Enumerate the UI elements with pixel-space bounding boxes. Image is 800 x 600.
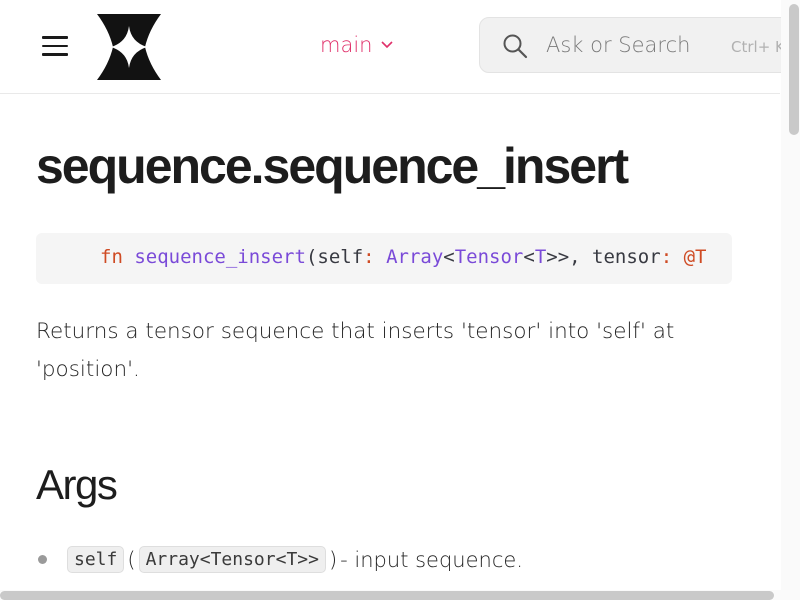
args-heading: Args xyxy=(36,461,118,508)
vertical-scrollbar-thumb[interactable] xyxy=(789,4,799,135)
arg-list-item: self ( Array<Tensor<T>> ) - input sequen… xyxy=(38,546,523,573)
code-type-tensor: Tensor xyxy=(454,246,524,268)
code-keyword: fn xyxy=(100,246,123,268)
horizontal-scrollbar-thumb[interactable] xyxy=(0,591,774,600)
hamburger-menu-icon[interactable] xyxy=(40,33,70,61)
arg-open-paren: ( xyxy=(127,547,136,572)
logo-icon[interactable] xyxy=(93,12,165,82)
vertical-scrollbar[interactable] xyxy=(781,0,800,590)
code-lt: < xyxy=(523,246,535,268)
arg-close-paren: ) xyxy=(328,547,338,572)
function-description: Returns a tensor sequence that inserts '… xyxy=(36,319,675,382)
code-colon: : xyxy=(363,246,375,268)
code-function-name: sequence_insert xyxy=(134,246,306,268)
code-param-tensor: tensor xyxy=(592,246,661,268)
branch-selector[interactable]: main xyxy=(320,33,394,57)
code-gt: >>, xyxy=(546,246,581,268)
chevron-down-icon xyxy=(381,41,394,49)
code-lt: < xyxy=(443,246,455,268)
code-type-array: Array xyxy=(386,246,444,268)
code-colon: : xyxy=(660,246,673,268)
arg-name-chip: self xyxy=(67,546,125,573)
search-box[interactable]: Ask or Search Ctrl+ K xyxy=(479,17,799,73)
docs-page: main Ask or Search Ctrl+ K sequence.sequ… xyxy=(0,0,800,600)
signature-code: fn sequence_insert(self: Array<Tensor<T>… xyxy=(100,246,706,268)
code-param-self: self xyxy=(317,246,364,268)
arg-description: - input sequence. xyxy=(340,547,523,572)
top-header: main Ask or Search Ctrl+ K xyxy=(0,0,799,94)
signature-code-block: fn sequence_insert(self: Array<Tensor<T>… xyxy=(36,233,732,284)
code-paren: ( xyxy=(305,246,318,268)
branch-label: main xyxy=(320,33,373,57)
page-title: sequence.sequence_insert xyxy=(36,138,629,194)
search-placeholder: Ask or Search xyxy=(546,33,691,57)
code-type-generic: T xyxy=(534,246,547,268)
search-shortcut-hint: Ctrl+ K xyxy=(731,38,785,56)
horizontal-scrollbar[interactable] xyxy=(0,590,800,600)
search-icon xyxy=(503,34,528,59)
bullet xyxy=(38,555,47,564)
arg-type-chip: Array<Tensor<T>> xyxy=(138,546,326,573)
code-snapshot-type: @T xyxy=(683,246,707,268)
